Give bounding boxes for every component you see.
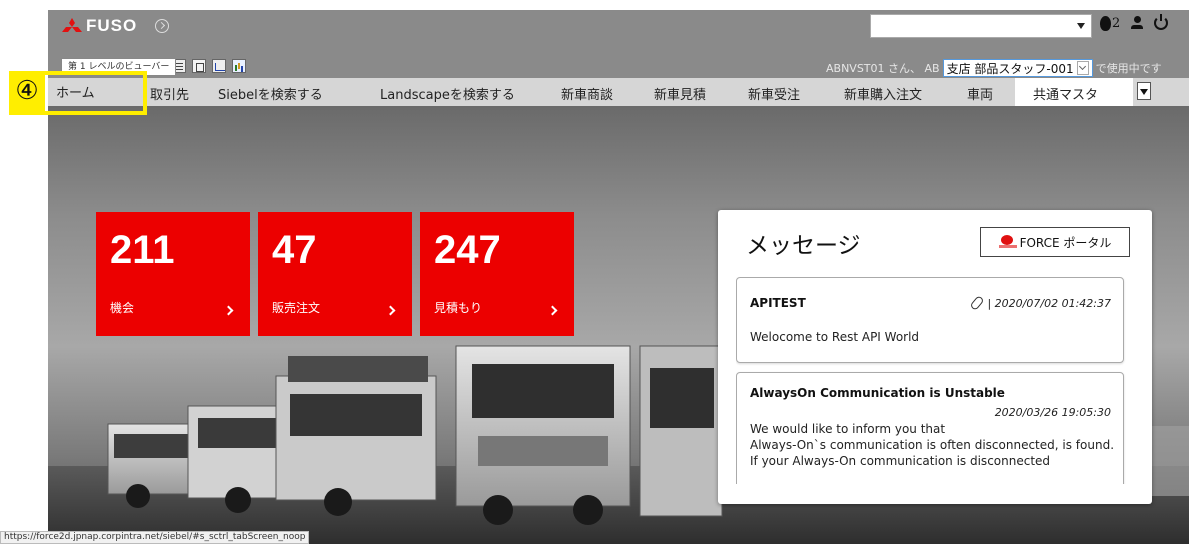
kpi-value: 247	[434, 228, 501, 272]
kpi-value: 211	[110, 228, 175, 272]
message-card[interactable]: APITEST | 2020/07/02 01:42:37 Welocome t…	[736, 277, 1124, 363]
force-portal-label: FORCE ポータル	[1019, 235, 1112, 250]
toolbar-icon-group	[172, 59, 246, 73]
tab-new-vehicle-orders[interactable]: 新車受注	[748, 84, 800, 103]
logo-text: FUSO	[86, 16, 138, 35]
user-status: で使用中です	[1095, 62, 1162, 75]
kpi-value: 47	[272, 228, 317, 272]
screen-tab-bar: 取引先 Siebelを検索する Landscapeを検索する 新車商談 新車見積…	[48, 78, 1189, 106]
app-header: FUSO 2	[48, 10, 1189, 42]
fuso-logo[interactable]: FUSO	[62, 16, 170, 36]
message-card[interactable]: AlwaysOn Communication is Unstable 2020/…	[736, 372, 1124, 484]
tab-home[interactable]: ホーム	[56, 82, 95, 101]
force-logo-icon	[998, 235, 1017, 249]
chevron-right-icon	[547, 305, 558, 316]
kpi-tile-opportunities[interactable]: 211 機会	[96, 212, 250, 336]
caret-down-icon	[1077, 23, 1085, 29]
tab-new-vehicle-purchase-orders[interactable]: 新車購入注文	[844, 84, 922, 103]
kpi-label: 機会	[110, 301, 135, 315]
tab-new-vehicle-deals[interactable]: 新車商談	[561, 84, 613, 103]
tab-accounts[interactable]: 取引先	[150, 84, 189, 103]
message-title: APITEST	[750, 296, 806, 310]
store-select-value: 支店 部品スタッフ-001	[946, 61, 1074, 76]
tab-vehicles[interactable]: 車両	[967, 84, 993, 103]
message-body: Welocome to Rest API World	[750, 330, 920, 344]
power-icon[interactable]	[1154, 14, 1169, 30]
annotation-number-badge: ④	[9, 71, 45, 115]
kpi-label: 見積もり	[434, 301, 483, 315]
tab-common-master[interactable]: 共通マスタ	[1033, 84, 1098, 103]
message-panel-title: メッセージ	[746, 233, 861, 259]
chevron-circle-icon[interactable]	[155, 19, 170, 33]
message-date: 2020/03/26 19:05:30	[994, 406, 1111, 419]
more-tabs-dropdown[interactable]	[1137, 82, 1151, 100]
kpi-tile-sales-orders[interactable]: 47 販売注文	[258, 212, 412, 336]
force-portal-button[interactable]: FORCE ポータル	[980, 227, 1130, 257]
tab-siebel-search[interactable]: Siebelを検索する	[218, 84, 323, 103]
paperclip-icon[interactable]	[969, 295, 986, 311]
header-dropdown[interactable]	[870, 14, 1092, 38]
message-meta: | 2020/07/02 01:42:37	[969, 295, 1111, 311]
bar-chart-icon[interactable]	[232, 59, 246, 73]
line-chart-icon[interactable]	[212, 59, 226, 73]
message-title: AlwaysOn Communication is Unstable	[750, 386, 1005, 400]
message-date: | 2020/07/02 01:42:37	[987, 296, 1111, 310]
browser-status-bar: https://force2d.jpnap.corpintra.net/sieb…	[0, 531, 310, 544]
notification-button[interactable]: 2	[1100, 15, 1121, 31]
kpi-label: 販売注文	[272, 301, 321, 315]
kpi-tile-quotes[interactable]: 247 見積もり	[420, 212, 574, 336]
store-select[interactable]: 支店 部品スタッフ-001	[942, 59, 1093, 77]
tab-new-vehicle-quotes[interactable]: 新車見積	[654, 84, 706, 103]
toolbar: 第 1 レベルのビューバー ABNVST01 さん、 AB 支店 部品スタッフ-…	[48, 42, 1189, 78]
chevron-right-icon	[223, 305, 234, 316]
mitsubishi-diamond-icon	[62, 18, 82, 34]
message-body: We would like to inform you that Always-…	[750, 422, 1115, 468]
chevron-down-icon	[1076, 61, 1089, 75]
notification-icon	[1100, 15, 1111, 31]
notification-count: 2	[1112, 15, 1121, 31]
user-name: ABNVST01 さん、 AB	[826, 62, 940, 75]
app-window: FUSO 2 第 1 レベルのビューバー ABNVST01 さん、 AB 支店 …	[48, 10, 1189, 544]
home-hero: 211 機会 47 販売注文 247 見積もり メッセージ FORCE ポータル…	[48, 106, 1189, 544]
message-panel: メッセージ FORCE ポータル APITEST | 2020/07/02 01…	[718, 210, 1152, 504]
chevron-right-icon	[385, 305, 396, 316]
document-icon[interactable]	[192, 59, 206, 73]
user-icon[interactable]	[1130, 15, 1144, 31]
user-context: ABNVST01 さん、 AB 支店 部品スタッフ-001 で使用中です	[826, 59, 1162, 77]
message-list[interactable]: APITEST | 2020/07/02 01:42:37 Welocome t…	[736, 277, 1136, 484]
header-icon-group: 2	[1100, 14, 1169, 31]
tab-landscape-search[interactable]: Landscapeを検索する	[380, 84, 515, 103]
